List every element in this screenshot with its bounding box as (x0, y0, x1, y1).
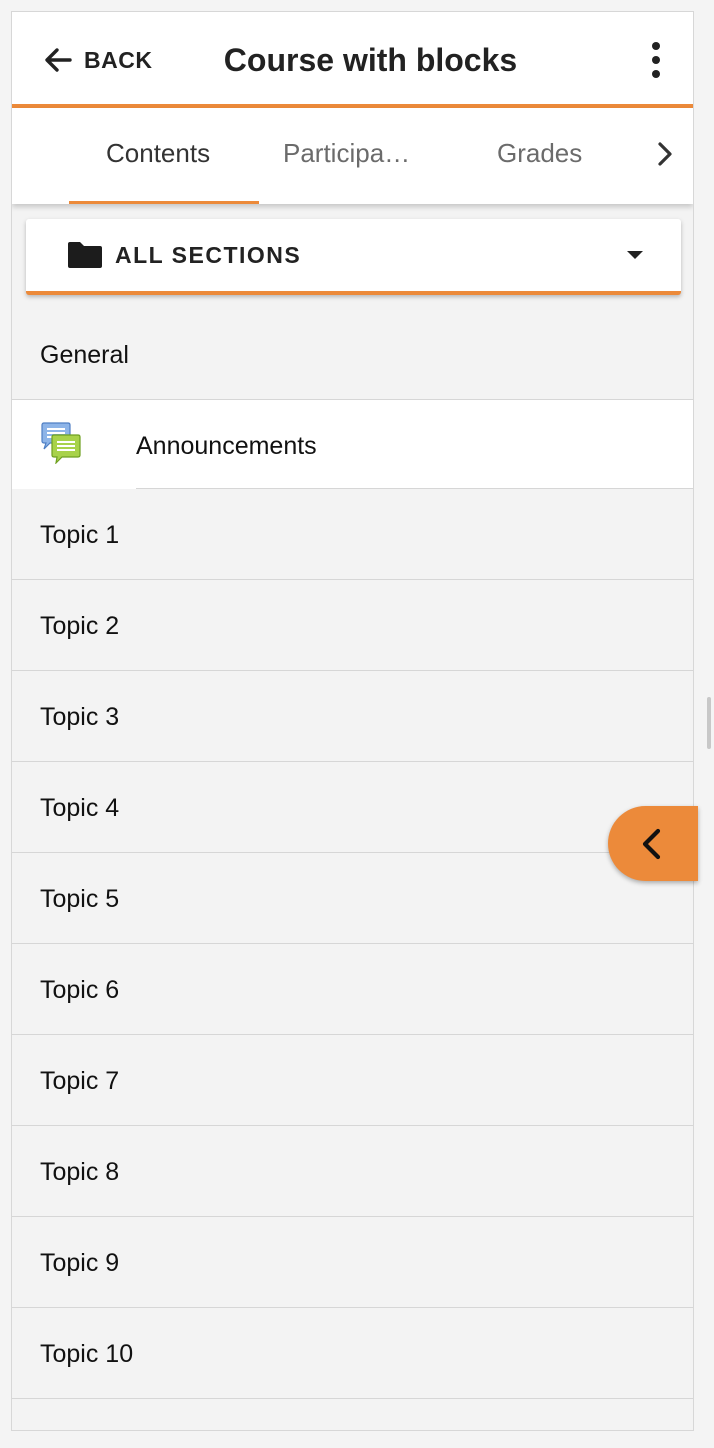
section-row-topic[interactable]: Topic 9 (12, 1217, 693, 1308)
tabs-next-button[interactable] (655, 140, 675, 173)
scrollbar[interactable] (707, 697, 711, 749)
app-frame: BACK Course with blocks Contents Partici… (11, 11, 694, 1431)
section-label: Topic 7 (40, 1067, 120, 1095)
section-label: Topic 6 (40, 976, 120, 1004)
tab-grades[interactable]: Grades (497, 138, 582, 169)
section-label: General (40, 341, 129, 369)
section-row-topic[interactable]: Topic 10 (12, 1308, 693, 1399)
section-label: Topic 3 (40, 703, 120, 731)
section-label: Topic 1 (40, 521, 120, 549)
section-label: Topic 5 (40, 885, 120, 913)
section-label: Topic 4 (40, 794, 120, 822)
active-tab-indicator (69, 201, 259, 204)
section-row-topic[interactable]: Topic 5 (12, 853, 693, 944)
section-row-topic[interactable]: Topic 7 (12, 1035, 693, 1126)
module-row-announcements[interactable]: Announcements (12, 400, 693, 489)
page-title: Course with blocks (223, 42, 518, 78)
chevron-right-icon (658, 142, 672, 166)
section-row-general[interactable]: General (12, 309, 693, 400)
section-label: Topic 10 (40, 1340, 134, 1368)
folder-icon (68, 242, 102, 268)
section-label: Topic 2 (40, 612, 120, 640)
more-vertical-icon[interactable] (649, 42, 663, 80)
blocks-toggle-button[interactable] (608, 806, 698, 881)
section-row-topic[interactable]: Topic 4 (12, 762, 693, 853)
top-bar: BACK Course with blocks (12, 12, 693, 108)
tab-participants[interactable]: Participa… (283, 138, 410, 169)
section-row-topic[interactable]: Topic 2 (12, 580, 693, 671)
section-list: General Announcements Topic 1 Topic 2 To… (12, 309, 693, 1399)
forum-icon (41, 422, 81, 464)
course-tabs: Contents Participa… Grades (12, 108, 693, 204)
section-label: Topic 9 (40, 1249, 120, 1277)
section-label: Topic 8 (40, 1158, 120, 1186)
section-selector-label: ALL SECTIONS (115, 242, 302, 268)
module-label: Announcements (136, 432, 317, 460)
section-row-topic[interactable]: Topic 1 (12, 489, 693, 580)
section-row-topic[interactable]: Topic 3 (12, 671, 693, 762)
caret-down-icon (627, 251, 643, 259)
section-row-topic[interactable]: Topic 8 (12, 1126, 693, 1217)
section-selector[interactable]: ALL SECTIONS (26, 219, 681, 295)
tab-contents[interactable]: Contents (106, 138, 210, 169)
chevron-left-icon (642, 828, 661, 860)
section-row-topic[interactable]: Topic 6 (12, 944, 693, 1035)
